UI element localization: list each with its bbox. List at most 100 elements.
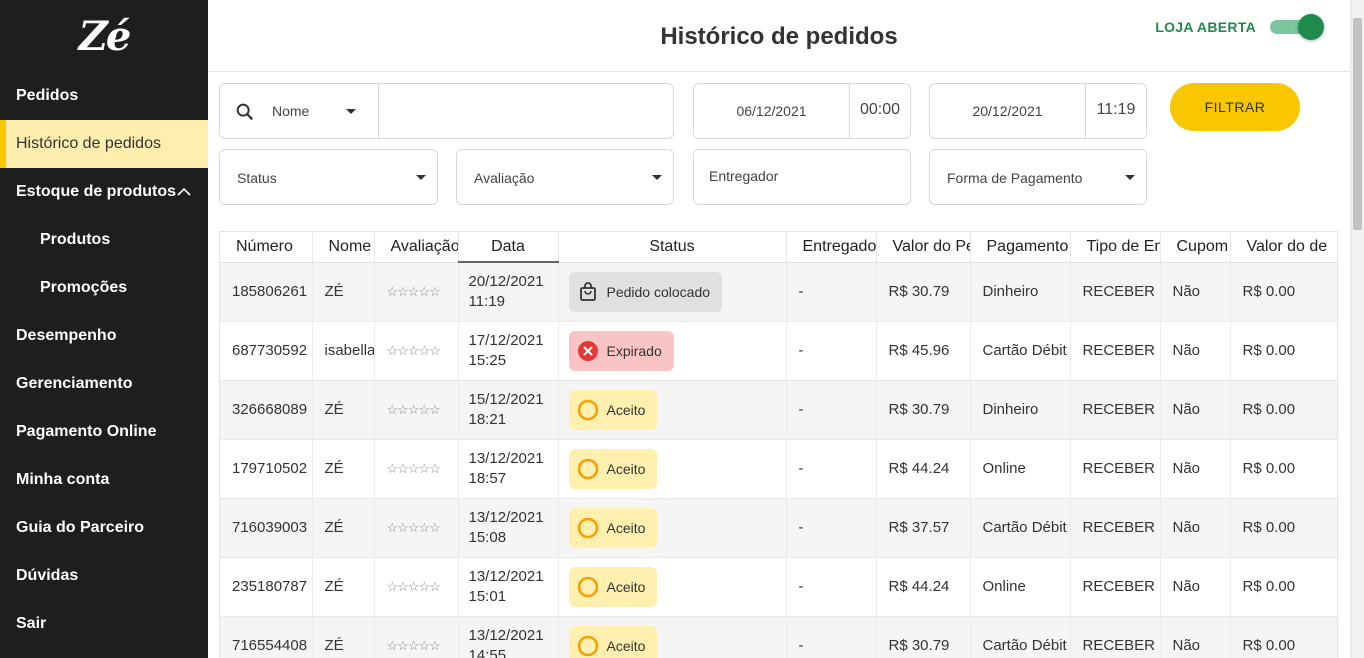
payment-type: Online (970, 439, 1071, 499)
sidebar-item-guia-parceiro[interactable]: Guia do Parceiro (0, 504, 208, 552)
delivery-type: RECEBER (1070, 380, 1161, 440)
coupon: Não (1160, 380, 1231, 440)
column-header[interactable]: Status (558, 232, 787, 263)
pending-circle-icon (577, 576, 598, 597)
rating-stars: ☆☆☆☆☆ (374, 498, 459, 558)
order-value: R$ 30.79 (876, 262, 971, 322)
status-select[interactable]: Status (219, 149, 438, 205)
discount-value: R$ 0.00 (1230, 262, 1337, 322)
sidebar: Zé Pedidos Histórico de pedidos Estoque … (0, 0, 208, 658)
rating-stars: ☆☆☆☆☆ (374, 262, 459, 322)
sidebar-item-duvidas[interactable]: Dúvidas (0, 552, 208, 600)
order-date-day: 15/12/2021 (468, 390, 544, 408)
column-header[interactable]: Nome (312, 232, 375, 263)
rating-select-label: Avaliação (474, 170, 535, 186)
rating-stars: ☆☆☆☆☆ (374, 616, 459, 658)
column-header[interactable]: Tipo de Ent (1070, 232, 1161, 263)
order-date-time: 15:25 (468, 351, 507, 369)
delivery-type: RECEBER (1070, 498, 1161, 558)
status-badge-label: Aceito (606, 401, 646, 418)
coupon: Não (1160, 616, 1231, 658)
brand-logo[interactable]: Zé (0, 0, 208, 72)
coupon: Não (1160, 321, 1231, 381)
sidebar-item-label: Desempenho (16, 327, 117, 344)
order-date: 13/12/2021 14:55 (458, 616, 559, 658)
pending-circle-icon (577, 458, 598, 479)
table-row[interactable]: 179710502 ZÉ ☆☆☆☆☆ 13/12/2021 18:57 Aceito - R$… (220, 439, 1337, 499)
caret-down-icon (416, 175, 426, 180)
rating-select[interactable]: Avaliação (456, 149, 674, 205)
search-by-select[interactable]: Nome (272, 103, 309, 119)
search-icon (236, 103, 254, 121)
column-header[interactable]: Data (458, 232, 559, 263)
table-row[interactable]: 326668089 ZÉ ☆☆☆☆☆ 15/12/2021 18:21 Aceito - R$… (220, 380, 1337, 440)
time-to-input[interactable]: 11:19 (1086, 101, 1146, 119)
delivery-type: RECEBER (1070, 321, 1161, 381)
order-number: 235180787 (220, 557, 313, 617)
order-value: R$ 30.79 (876, 616, 971, 658)
order-status: Pedido colocado (558, 262, 787, 322)
sidebar-item-label: Pagamento Online (16, 423, 157, 440)
order-number: 716554408 (220, 616, 313, 658)
rating-stars: ☆☆☆☆☆ (374, 380, 459, 440)
logo-text: Zé (78, 12, 132, 60)
sidebar-item-sair[interactable]: Sair (0, 600, 208, 648)
order-status: Aceito (558, 557, 787, 617)
column-header[interactable]: Pagamento (970, 232, 1071, 263)
sidebar-item-pagamento-online[interactable]: Pagamento Online (0, 408, 208, 456)
scrollbar-thumb[interactable] (1353, 18, 1362, 230)
sidebar-item-gerenciamento[interactable]: Gerenciamento (0, 360, 208, 408)
caret-down-icon[interactable] (346, 109, 356, 114)
coupon: Não (1160, 262, 1231, 322)
filter-button[interactable]: FILTRAR (1170, 83, 1300, 131)
search-field: Nome (219, 83, 674, 139)
caret-down-icon (1125, 175, 1135, 180)
order-status: Aceito (558, 380, 787, 440)
sidebar-item-promocoes[interactable]: Promoções (0, 264, 208, 312)
payment-method-select[interactable]: Forma de Pagamento (929, 149, 1147, 205)
customer-name: ZÉ (312, 498, 375, 558)
courier-field[interactable]: Entregador (693, 149, 911, 205)
table-row[interactable]: 185806261 ZÉ ☆☆☆☆☆ 20/12/2021 11:19 Pedido co… (220, 262, 1337, 322)
column-header[interactable]: Entregador (786, 232, 877, 263)
sidebar-item-minha-conta[interactable]: Minha conta (0, 456, 208, 504)
sidebar-item-estoque[interactable]: Estoque de produtos (0, 168, 208, 216)
page-header: Histórico de pedidos LOJA ABERTA (208, 0, 1350, 72)
column-header[interactable]: Valor do de (1230, 232, 1337, 263)
sidebar-item-produtos[interactable]: Produtos (0, 216, 208, 264)
delivery-type: RECEBER (1070, 262, 1161, 322)
order-date-time: 15:01 (468, 587, 507, 605)
column-header[interactable]: Cupom d (1160, 232, 1231, 263)
date-to-input[interactable]: 20/12/2021 (930, 103, 1085, 119)
sidebar-item-historico[interactable]: Histórico de pedidos (0, 120, 208, 168)
table-row[interactable]: 716039003 ZÉ ☆☆☆☆☆ 13/12/2021 15:08 Aceito - R$… (220, 498, 1337, 558)
time-from-input[interactable]: 00:00 (850, 101, 910, 119)
table-row[interactable]: 716554408 ZÉ ☆☆☆☆☆ 13/12/2021 14:55 Aceito - R$… (220, 616, 1337, 658)
page-scrollbar[interactable] (1350, 0, 1364, 658)
payment-type: Dinheiro (970, 380, 1071, 440)
table-row[interactable]: 687730592 isabella ☆☆☆☆☆ 17/12/2021 15:25 Exp… (220, 321, 1337, 381)
sidebar-item-desempenho[interactable]: Desempenho (0, 312, 208, 360)
order-date: 13/12/2021 18:57 (458, 439, 559, 499)
courier: - (786, 616, 877, 658)
sidebar-item-pedidos[interactable]: Pedidos (0, 72, 208, 120)
order-date-time: 18:21 (468, 410, 507, 428)
store-open-toggle[interactable] (1270, 14, 1324, 40)
column-header[interactable]: Avaliação (374, 232, 459, 263)
column-header[interactable]: Valor do Pe (876, 232, 971, 263)
store-status-label: LOJA ABERTA (1155, 19, 1256, 35)
search-input[interactable] (380, 85, 670, 137)
pending-circle-icon (577, 517, 598, 538)
delivery-type: RECEBER (1070, 616, 1161, 658)
table-row[interactable]: 235180787 ZÉ ☆☆☆☆☆ 13/12/2021 15:01 Aceito - R$… (220, 557, 1337, 617)
sidebar-item-label: Minha conta (16, 471, 110, 488)
order-value: R$ 37.57 (876, 498, 971, 558)
status-badge-label: Aceito (606, 578, 646, 595)
date-from-input[interactable]: 06/12/2021 (694, 103, 849, 119)
rating-stars: ☆☆☆☆☆ (374, 557, 459, 617)
courier: - (786, 498, 877, 558)
store-status: LOJA ABERTA (1155, 14, 1324, 40)
courier-field-label: Entregador (709, 168, 779, 184)
column-header[interactable]: Número (220, 232, 313, 263)
delivery-type: RECEBER (1070, 439, 1161, 499)
